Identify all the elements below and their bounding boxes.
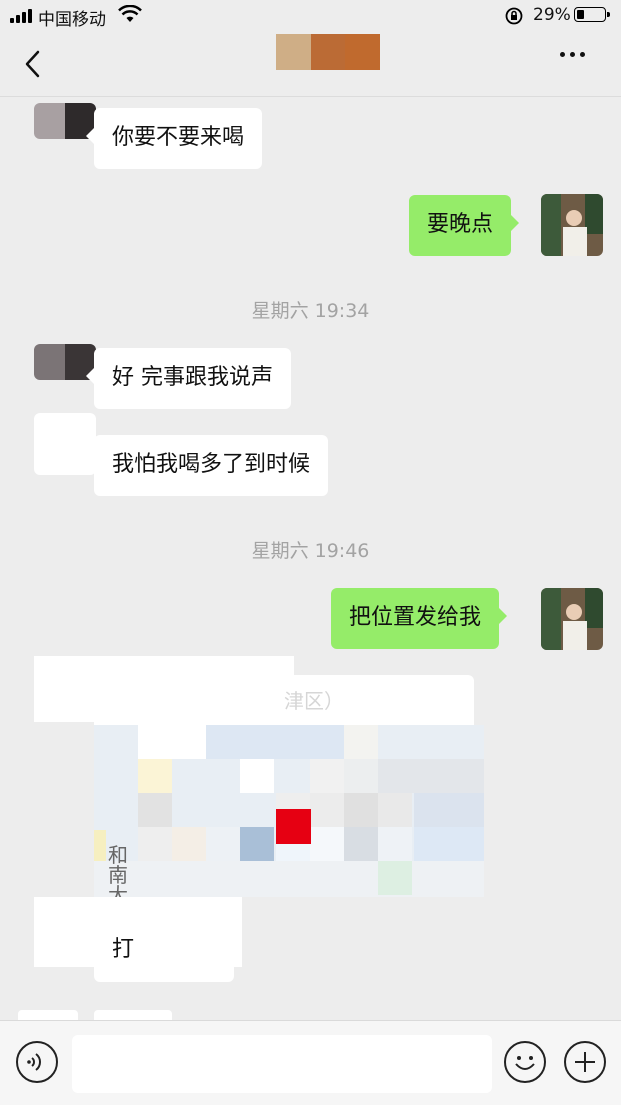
chat-header [0, 32, 621, 97]
message-input[interactable] [72, 1035, 492, 1093]
message-text: 要晚点 [427, 212, 494, 237]
my-avatar[interactable] [541, 588, 603, 650]
outgoing-message-bubble[interactable]: 把位置发给我 [331, 588, 508, 649]
chevron-left-icon[interactable] [18, 46, 48, 82]
location-pin-icon [276, 809, 311, 844]
location-card-title: 津区） [94, 675, 474, 725]
partial-avatar [18, 1010, 78, 1020]
incoming-message-bubble[interactable]: 好 完事跟我说声 [86, 348, 291, 409]
location-map-preview[interactable]: 和南大 [94, 725, 484, 897]
message-timestamp: 星期六 19:46 [251, 540, 370, 562]
battery-fill [577, 10, 584, 19]
plus-icon[interactable] [564, 1041, 606, 1083]
status-bar: 中国移动 29% [0, 0, 621, 32]
chat-title-pixelated [276, 34, 381, 70]
my-avatar[interactable] [541, 194, 603, 256]
incoming-message-bubble[interactable]: 我怕我喝多了到时候 [85, 435, 329, 496]
chat-input-bar [0, 1020, 621, 1105]
wifi-icon [118, 5, 142, 22]
message-text: 把位置发给我 [349, 605, 482, 630]
rotation-lock-icon [505, 7, 523, 25]
message-text: 我怕我喝多了到时候 [112, 452, 311, 477]
carrier-name: 中国移动 [38, 10, 106, 30]
location-message-card[interactable]: 津区） 和南大 [94, 675, 484, 897]
cell-signal-icon [10, 9, 32, 23]
emoji-icon[interactable] [504, 1041, 546, 1083]
battery-percent: 29% [533, 5, 571, 25]
incoming-message-bubble[interactable]: 你要不要来喝 [85, 108, 263, 169]
voice-icon[interactable] [16, 1041, 58, 1083]
location-title-text: 津区） [284, 689, 344, 713]
message-text: 打 [112, 937, 135, 962]
incoming-message-bubble[interactable]: 打 [86, 920, 234, 982]
outgoing-message-bubble[interactable]: 要晚点 [409, 195, 520, 256]
partial-bubble [94, 1010, 172, 1020]
message-timestamp: 星期六 19:34 [251, 300, 370, 322]
map-street-label: 和南大 [108, 843, 128, 897]
more-dots-icon[interactable] [560, 52, 585, 57]
message-text: 好 完事跟我说声 [112, 365, 273, 390]
battery-icon [574, 7, 610, 22]
message-text: 你要不要来喝 [112, 125, 245, 150]
